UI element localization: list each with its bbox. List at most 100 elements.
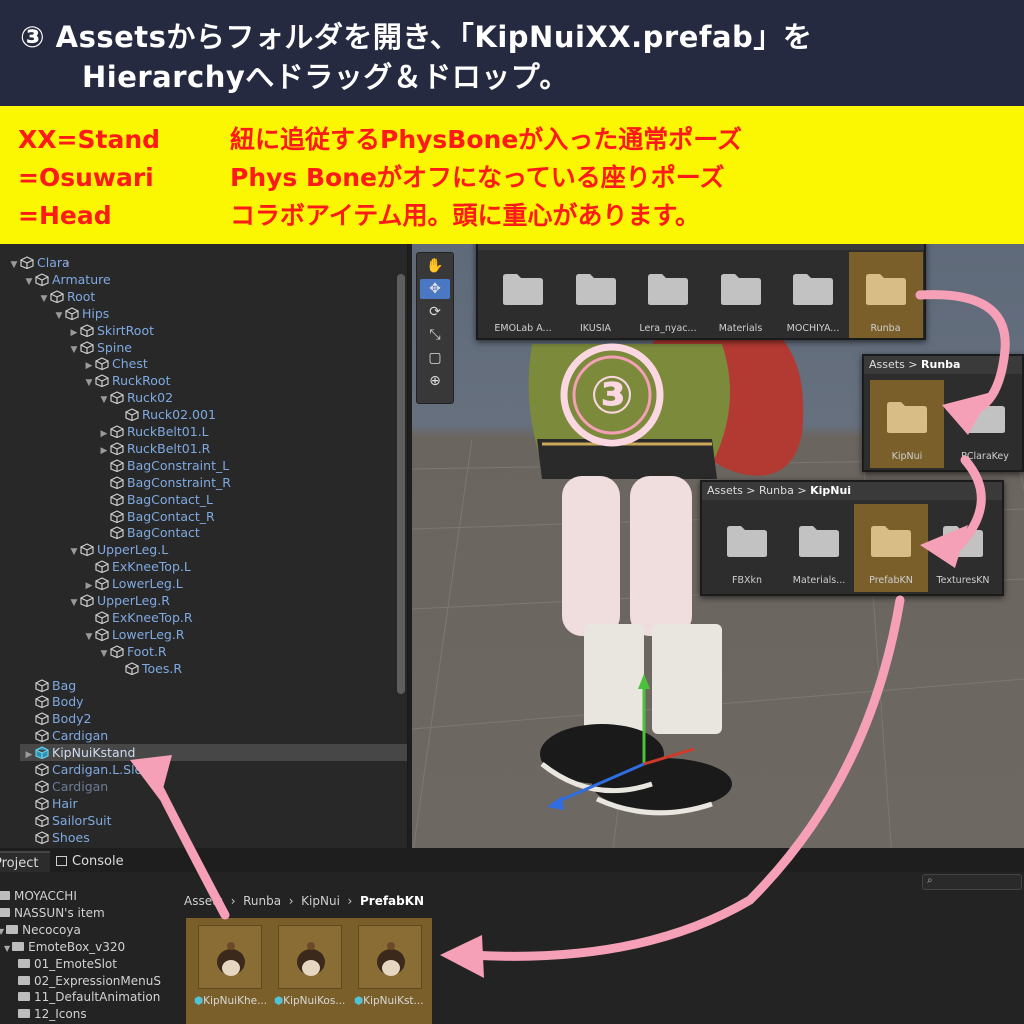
folder-icon (0, 907, 10, 917)
hierarchy-row[interactable]: Cardigan.L.Sleeve (23, 761, 165, 778)
gameobject-icon (110, 526, 124, 540)
hierarchy-row[interactable]: ▶ LowerLeg.L (83, 575, 183, 592)
hierarchy-row[interactable]: BagConstraint_R (98, 474, 231, 491)
hierarchy-row[interactable]: ▶ Chest (83, 355, 148, 372)
prefab-thumbnail (198, 925, 262, 989)
project-folder-row[interactable]: 11_DefaultAnimation (18, 989, 160, 1006)
prefab-item[interactable]: ⬢KipNuiKst... (354, 925, 428, 1017)
crumb-current[interactable]: PrefabKN (360, 894, 424, 908)
folder-item[interactable]: Materials... (782, 504, 856, 592)
hierarchy-row[interactable]: ExKneeTop.L (83, 558, 191, 575)
tab-project[interactable]: Project (0, 851, 50, 872)
scale-tool-icon[interactable]: ⤡ (420, 325, 450, 345)
project-folder-row[interactable]: 02_ExpressionMenuS (18, 973, 161, 990)
gameobject-icon (35, 678, 49, 692)
folder-item[interactable]: Runba (848, 252, 923, 338)
folder-item[interactable]: MOCHIYA... (776, 252, 850, 338)
folder-item[interactable]: FBXkn (710, 504, 784, 592)
hierarchy-row[interactable]: Body (23, 693, 84, 710)
hierarchy-row[interactable]: ▼ Hips (53, 305, 110, 325)
hierarchy-row[interactable]: ▶KipNuiKstand› (20, 744, 407, 762)
hierarchy-row[interactable]: SailorSuit (23, 812, 112, 829)
folder-label: Materials... (792, 575, 846, 586)
folder-item[interactable]: Materials (704, 252, 778, 338)
expand-down-icon[interactable]: ▼ (38, 291, 50, 308)
prefab-item[interactable]: ⬢KipNuiKhe... (194, 925, 268, 1017)
project-folder-row[interactable]: 12_Icons (18, 1006, 87, 1023)
crumb[interactable]: KipNui (301, 894, 340, 908)
hierarchy-row[interactable]: ▼ Clara › (8, 254, 70, 271)
expand-down-icon[interactable]: ▼ (8, 257, 20, 274)
folder-label: FBXkn (731, 575, 762, 586)
rotate-tool-icon[interactable]: ⟳ (420, 302, 450, 322)
hierarchy-panel[interactable]: ▼ Clara › ▼ Armature ▼ Root ▼ Hips ▶ SkirtRoot ▼ Spi… (0, 244, 408, 848)
folder-item[interactable]: PrefabKN (854, 504, 928, 592)
hierarchy-row[interactable]: ▼ LowerLeg.R (83, 626, 185, 646)
folder-item[interactable]: TexturesKN (926, 504, 1000, 592)
expand-down-icon[interactable]: ▼ (53, 308, 65, 325)
expand-down-icon[interactable]: ▼ (68, 544, 80, 561)
hierarchy-row[interactable]: ▶ RuckBelt01.L (98, 423, 209, 440)
hierarchy-row[interactable]: Body2 (23, 710, 92, 727)
folder-item[interactable]: KipNui (870, 380, 944, 468)
expand-down-icon[interactable]: ▼ (83, 629, 95, 646)
hierarchy-row[interactable]: ▼ UpperLeg.R (68, 592, 170, 609)
expand-down-icon[interactable]: ▼ (83, 375, 95, 392)
tab-console[interactable]: Console (56, 851, 124, 872)
hierarchy-row[interactable]: Cardigan (23, 727, 108, 744)
hierarchy-row[interactable]: ▶ SkirtRoot (68, 322, 154, 339)
instruction-line-2: Hierarchyへドラッグ＆ドロップ。 (82, 60, 569, 94)
hierarchy-scrollbar[interactable] (397, 274, 405, 694)
chevron-right-icon[interactable]: › (65, 254, 70, 271)
hierarchy-row[interactable]: Ruck02.001 (113, 406, 216, 423)
folder-item[interactable]: Lera_nyac... (631, 252, 705, 338)
crumb[interactable]: Assets (184, 894, 223, 908)
move-tool-icon[interactable]: ✥ (420, 279, 450, 299)
folder-icon (965, 402, 1005, 433)
hierarchy-row[interactable]: ▼ Spine (68, 339, 132, 356)
hierarchy-row[interactable]: Hair (23, 795, 78, 812)
gameobject-icon (35, 712, 49, 726)
hand-tool-icon[interactable]: ✋ (420, 256, 450, 276)
gameobject-icon (20, 256, 34, 269)
project-folder-row[interactable]: NASSUN's item (0, 905, 105, 922)
expand-down-icon[interactable]: ▼ (4, 944, 10, 953)
hierarchy-row[interactable]: ▼ Armature (23, 271, 111, 288)
hierarchy-row[interactable]: Cardigan (23, 778, 108, 795)
folder-icon (18, 992, 30, 1002)
hierarchy-row[interactable]: Bag (23, 677, 76, 694)
folder-item[interactable]: EMOLab A... (486, 252, 560, 338)
expand-down-icon[interactable]: ▼ (68, 595, 80, 612)
expand-down-icon[interactable]: ▼ (0, 927, 4, 936)
hierarchy-row[interactable]: ExKneeTop.R (83, 609, 193, 626)
expand-down-icon[interactable]: ▼ (98, 646, 110, 663)
project-folder-row[interactable]: ▼ Necocoya (0, 922, 81, 939)
project-search-input[interactable]: ⌕ (922, 874, 1022, 890)
hierarchy-row[interactable]: ▼ Foot.R (98, 643, 167, 660)
folder-item[interactable]: PClaraKey (948, 380, 1022, 468)
expand-down-icon[interactable]: ▼ (23, 274, 35, 291)
hierarchy-row[interactable]: BagContact_L (98, 491, 213, 508)
project-folder-row[interactable]: MOYACCHI (0, 888, 77, 905)
hierarchy-row[interactable]: ▼ UpperLeg.L (68, 541, 169, 561)
hierarchy-row[interactable]: Shoes (23, 829, 90, 846)
prefab-item[interactable]: ⬢KipNuiKos... (274, 925, 348, 1017)
hierarchy-row[interactable]: BagContact_R (98, 508, 215, 525)
expand-down-icon[interactable]: ▼ (68, 342, 80, 359)
hierarchy-row[interactable]: ▼ Ruck02 (98, 389, 174, 409)
hierarchy-row[interactable]: ▼ RuckRoot (83, 372, 171, 392)
crumb[interactable]: Runba (243, 894, 281, 908)
hierarchy-row[interactable]: ▼ Root (38, 288, 96, 308)
project-folder-row[interactable]: 01_EmoteSlot (18, 956, 117, 973)
hierarchy-row-label: Cardigan.L.Sleeve (52, 762, 166, 777)
project-folder-row[interactable]: ▼ EmoteBox_v320 (4, 939, 125, 956)
hierarchy-row[interactable]: BagContact (98, 524, 200, 541)
hierarchy-row[interactable]: Toes.R (113, 660, 182, 677)
hierarchy-row[interactable]: BagConstraint_L (98, 457, 229, 474)
folder-icon (648, 274, 688, 305)
folder-item[interactable]: IKUSIA (559, 252, 633, 338)
transform-tool-icon[interactable]: ⊕ (420, 371, 450, 391)
rect-tool-icon[interactable]: ▢ (420, 348, 450, 368)
expand-down-icon[interactable]: ▼ (98, 392, 110, 409)
hierarchy-row[interactable]: ▶ RuckBelt01.R (98, 440, 211, 457)
